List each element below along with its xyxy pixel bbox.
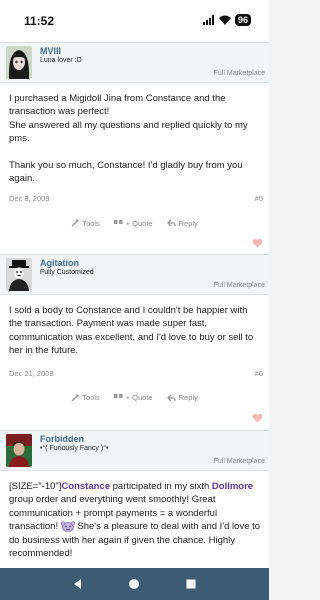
user-title: Luna lover :D [40, 57, 82, 64]
wrench-icon [71, 393, 80, 402]
reply-icon [166, 219, 176, 227]
post-text: [SIZE="-10"]Constance participated in my… [9, 480, 261, 560]
like-row [0, 409, 269, 431]
post-header: Agitation Fully Customized Full Marketpl… [0, 255, 269, 295]
status-icons: 96 [202, 14, 251, 26]
post-body: [SIZE="-10"]Constance participated in my… [0, 471, 269, 560]
mention-constance[interactable]: Constance [61, 481, 110, 492]
wrench-icon [71, 219, 80, 227]
quote-button[interactable]: + Quote [113, 393, 153, 403]
tools-label: Tools [82, 218, 100, 228]
post-text: Thank you so much, Constance! I'd gladly… [9, 159, 243, 185]
post-number[interactable]: #6 [255, 369, 263, 378]
quote-label: + Quote [125, 393, 153, 403]
avatar[interactable] [6, 258, 32, 291]
avatar[interactable] [6, 46, 32, 79]
reply-button[interactable]: Reply [166, 393, 198, 403]
post-body: I purchased a Migidoll Jina from Constan… [0, 83, 269, 185]
reply-label: Reply [178, 218, 198, 228]
post-meta: Dec 21, 2008 #6 [0, 367, 269, 387]
signal-icon [202, 15, 214, 25]
post-actions: Tools + Quote Reply [0, 387, 269, 409]
reply-icon [166, 394, 176, 402]
username[interactable]: Agitation [40, 258, 79, 268]
post-body: I sold a body to Constance and I couldn'… [0, 295, 269, 358]
status-time: 11:52 [24, 14, 55, 28]
heart-icon[interactable] [252, 238, 263, 248]
status-bar: 11:52 96 [0, 0, 269, 42]
avatar[interactable] [6, 434, 32, 467]
quote-button[interactable]: + Quote [113, 218, 153, 228]
wifi-icon [218, 15, 231, 25]
username[interactable]: MVIII [40, 46, 61, 56]
post-date: Dec 8, 2008 [9, 194, 50, 204]
user-title: Fully Customized [40, 269, 94, 276]
forum-name[interactable]: Full Marketplace [214, 70, 265, 77]
tools-button[interactable]: Tools [71, 219, 100, 228]
post-header: MVIII Luna lover :D Full Marketplace [0, 43, 269, 83]
quote-icon [113, 219, 123, 224]
post-text: I sold a body to Constance and I couldn'… [9, 305, 254, 357]
heart-icon[interactable] [252, 413, 263, 423]
smiley-icon [60, 521, 75, 533]
post-6: Agitation Fully Customized Full Marketpl… [0, 254, 269, 431]
forum-name[interactable]: Full Marketplace [214, 282, 265, 289]
back-icon[interactable] [72, 578, 84, 590]
post-meta: Dec 8, 2008 #5 [0, 192, 269, 212]
reply-button[interactable]: Reply [166, 218, 198, 228]
post-header: Forbidden •°( Furiously Fancy )°• Full M… [0, 431, 269, 471]
tools-button[interactable]: Tools [71, 393, 100, 402]
text-segment: participated in my sixth [110, 481, 212, 492]
battery-level: 96 [234, 14, 251, 26]
post-actions: Tools + Quote Reply [0, 212, 269, 234]
recents-icon[interactable] [185, 578, 197, 590]
post-7: Forbidden •°( Furiously Fancy )°• Full M… [0, 430, 269, 570]
username[interactable]: Forbidden [40, 434, 84, 444]
quote-icon [113, 394, 123, 399]
home-icon[interactable] [128, 578, 140, 590]
reply-label: Reply [178, 393, 198, 403]
user-title: •°( Furiously Fancy )°• [40, 445, 109, 452]
post-date: Dec 21, 2008 [9, 368, 54, 378]
post-text: She answered all my questions and replie… [9, 119, 248, 145]
quote-label: + Quote [125, 218, 153, 228]
text-segment: [SIZE="-10"] [9, 481, 62, 492]
post-text: I purchased a Migidoll Jina from Constan… [9, 93, 226, 118]
forum-name[interactable]: Full Marketplace [214, 458, 265, 465]
tools-label: Tools [82, 393, 100, 403]
mention-dollmore[interactable]: Dollmore [212, 481, 253, 492]
post-5: MVIII Luna lover :D Full Marketplace I p… [0, 42, 269, 257]
navigation-bar [0, 568, 269, 600]
post-number[interactable]: #5 [255, 194, 263, 203]
